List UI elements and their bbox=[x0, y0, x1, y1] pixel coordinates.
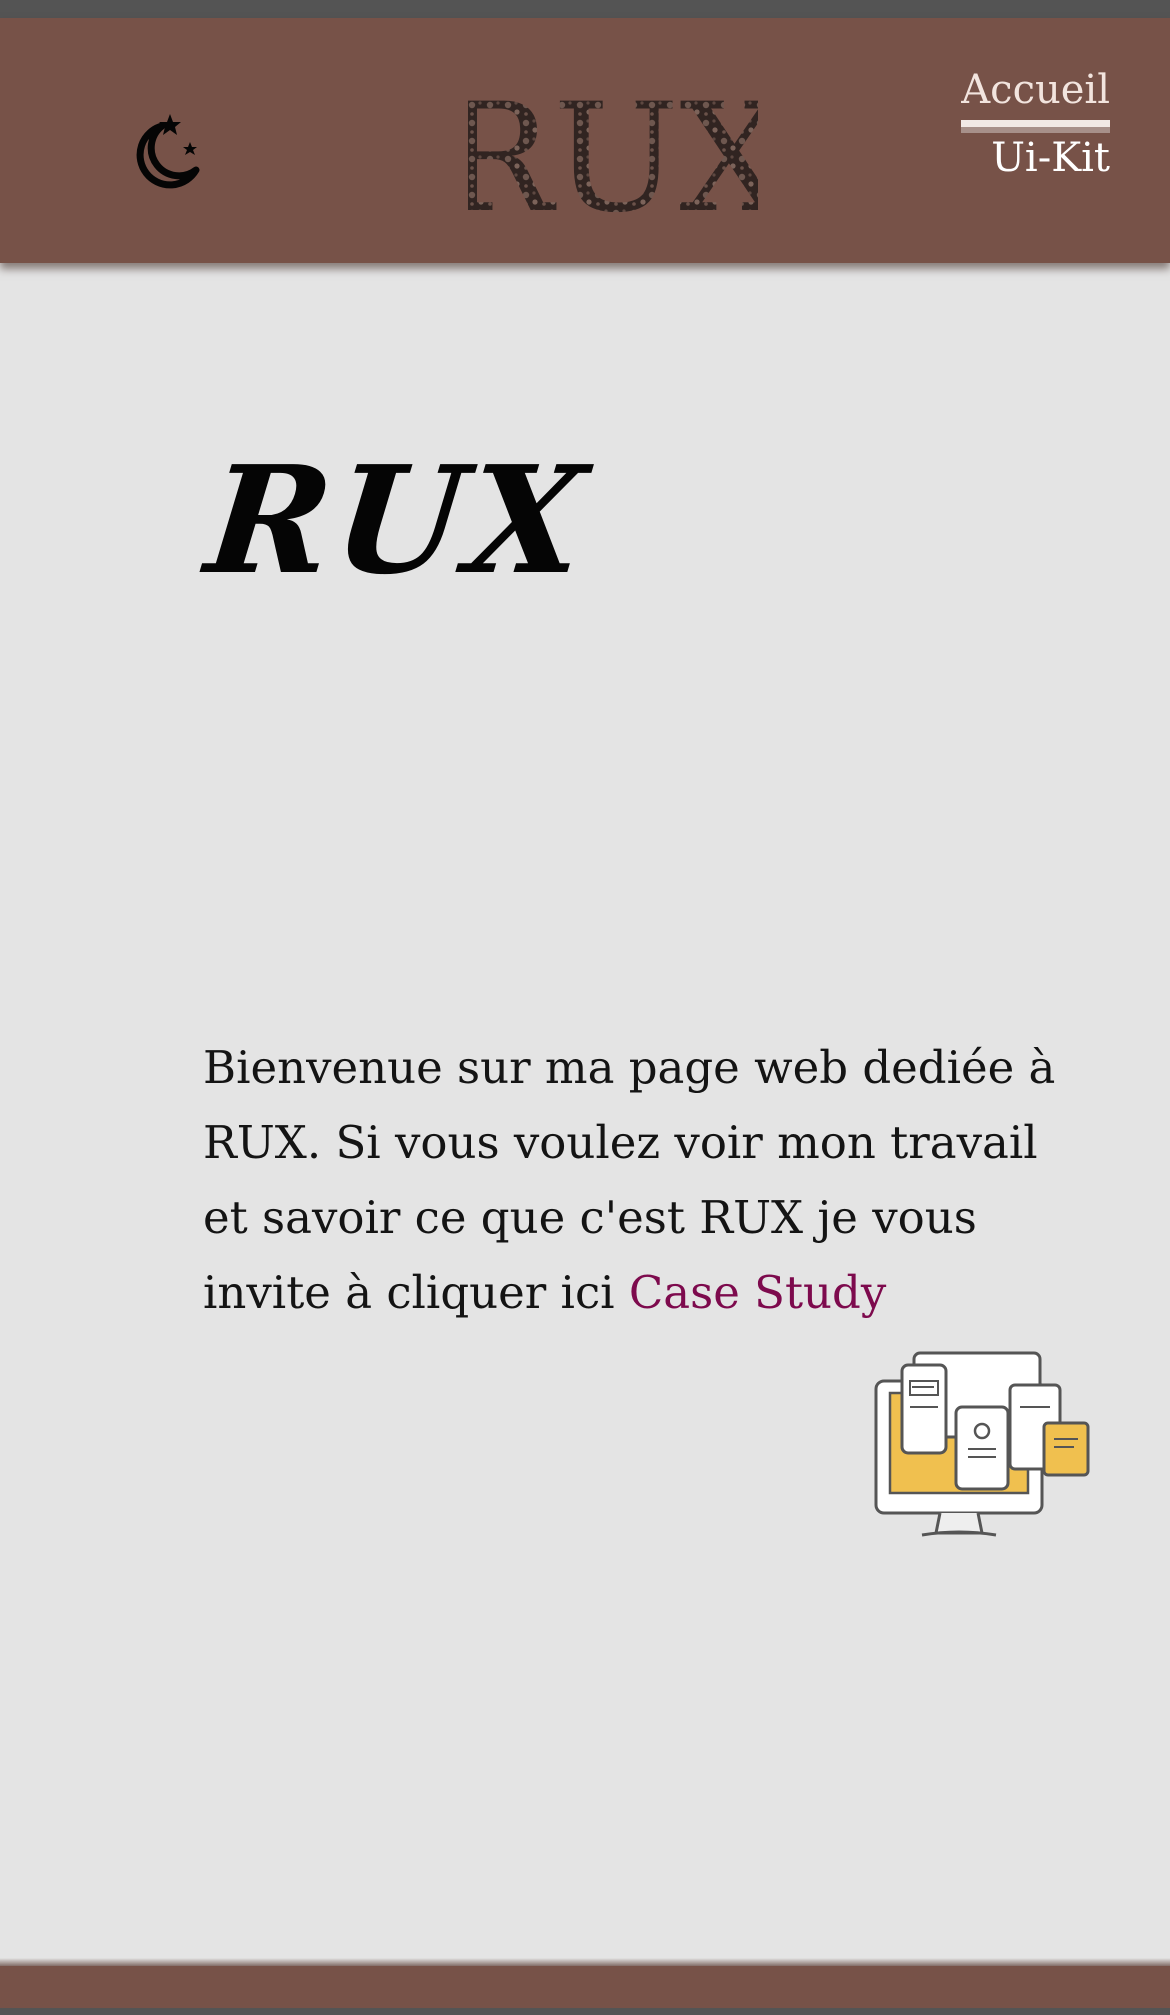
main-nav: Accueil Ui-Kit bbox=[961, 66, 1110, 182]
top-bar bbox=[0, 0, 1170, 18]
case-study-link[interactable]: Case Study bbox=[629, 1266, 886, 1319]
site-footer bbox=[0, 1966, 1170, 2008]
intro-paragraph: Bienvenue sur ma page web dediée à RUX. … bbox=[203, 1030, 1083, 1330]
site-logo[interactable]: RUX bbox=[468, 82, 758, 232]
moon-stars-icon[interactable] bbox=[124, 114, 204, 194]
responsive-devices-illustration bbox=[874, 1351, 1090, 1537]
nav-item-accueil[interactable]: Accueil bbox=[961, 66, 1110, 127]
page-title: RUX bbox=[199, 433, 597, 607]
site-header: RUX Accueil Ui-Kit bbox=[0, 18, 1170, 263]
nav-item-ui-kit[interactable]: Ui-Kit bbox=[961, 134, 1110, 182]
svg-text:RUX: RUX bbox=[468, 82, 758, 232]
bottom-bar bbox=[0, 2008, 1170, 2015]
